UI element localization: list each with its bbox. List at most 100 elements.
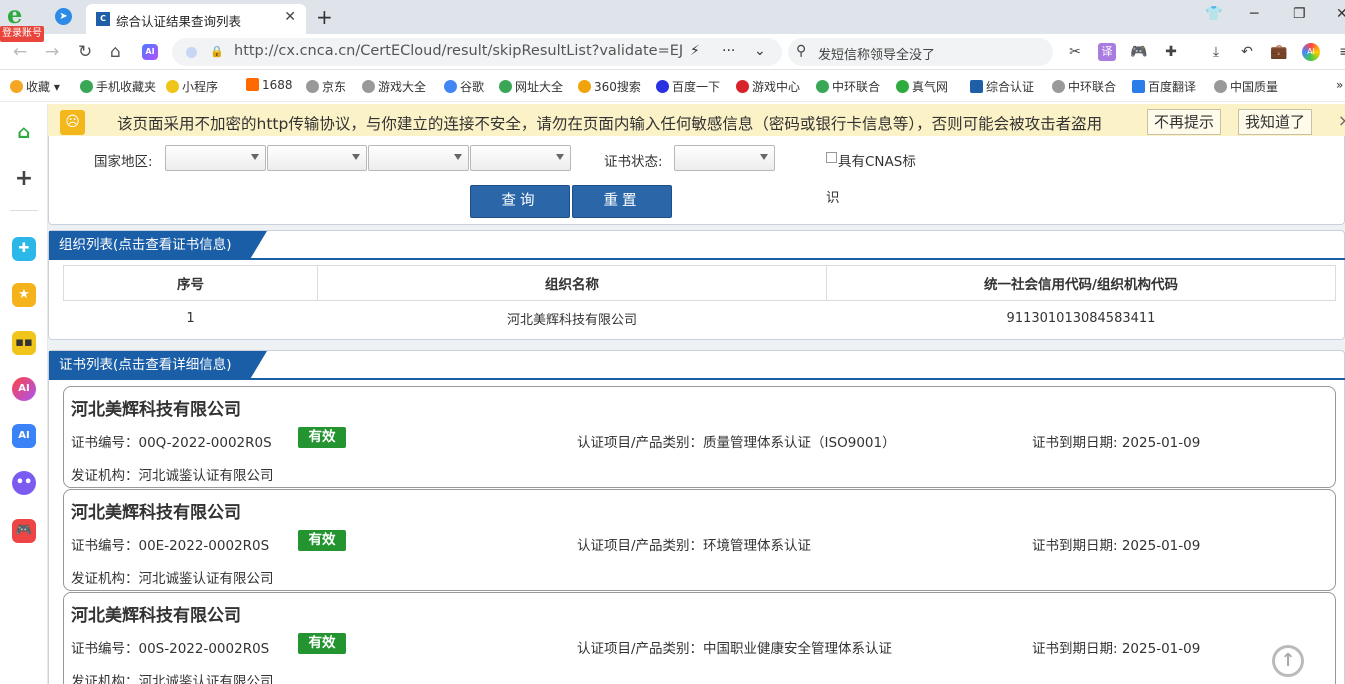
bookmark-item[interactable]: 网址大全 [499,78,563,95]
address-bar[interactable]: 🔒 http://cx.cnca.cn/CertECloud/result/sk… [172,38,782,66]
site-favicon-icon: C [96,12,110,26]
close-window-button[interactable]: ✕ [1336,6,1345,22]
tab-title: 综合认证结果查询列表 [116,14,242,29]
scissors-icon[interactable]: ✂ [1066,43,1084,61]
url-text[interactable]: http://cx.cnca.cn/CertECloud/result/skip… [234,43,684,59]
bookmark-item[interactable]: 百度翻译 [1132,78,1196,95]
bookmark-item[interactable]: 1688 [246,78,293,92]
bookmark-item[interactable]: 谷歌 [444,78,484,95]
region-select-1[interactable] [165,145,266,171]
cert-card[interactable]: 河北美辉科技有限公司 证书编号：00S-2022-0002R0S 有效 认证项目… [63,592,1336,684]
bookmark-item[interactable]: 真气网 [896,78,948,95]
browser-logo-icon[interactable]: e [7,3,33,27]
got-it-button[interactable]: 我知道了 [1238,109,1313,135]
home-button[interactable]: ⌂ [110,42,121,62]
ai-assistant-icon[interactable]: AI [1302,43,1320,61]
cert-card[interactable]: 河北美辉科技有限公司 证书编号：00Q-2022-0002R0S 有效 认证项目… [63,386,1336,488]
ai-square-icon[interactable]: AI [12,424,36,448]
bookmark-item[interactable]: 百度一下 [656,78,720,95]
table-header-row: 序号 组织名称 统一社会信用代码/组织机构代码 [63,265,1336,301]
undo-icon[interactable]: ↶ [1238,43,1256,61]
home-icon[interactable]: ⌂ [12,121,36,145]
shirt-icon[interactable]: 👕 [1205,6,1222,22]
tab-active[interactable]: C 综合认证结果查询列表 ✕ [86,4,306,34]
chevron-down-icon [760,154,768,160]
more-icon[interactable]: ··· [722,43,735,59]
translate-icon[interactable]: 译 [1098,43,1116,61]
site-info-icon[interactable] [186,47,197,58]
back-button[interactable]: ← [13,42,27,62]
cnas-checkbox[interactable] [826,152,837,163]
bookmark-item[interactable]: 游戏中心 [736,78,800,95]
sidebar-divider [10,210,38,211]
status-badge: 有效 [298,530,346,551]
google-icon [444,80,457,93]
bookmark-item[interactable]: 中环联合 [1052,78,1116,95]
restore-button[interactable]: ❐ [1293,6,1306,22]
col-header-code: 统一社会信用代码/组织机构代码 [826,265,1336,301]
gamepad-icon[interactable]: 🎮 [12,519,36,543]
bookmark-item[interactable]: 小程序 [166,78,218,95]
globe-icon [306,80,319,93]
globe-icon [1052,80,1065,93]
favorites-star-icon[interactable]: ★ [12,283,36,307]
bookmark-item[interactable]: 京东 [306,78,346,95]
bookmark-item[interactable]: 中国质量 [1214,78,1278,95]
cell-credit-code: 911301013084583411 [1006,310,1156,326]
org-section-header: 组织列表(点击查看证书信息) [49,231,1345,260]
status-select[interactable] [674,145,775,171]
bookmark-item[interactable]: 收藏 ▾ [10,78,60,95]
app-plus-icon[interactable]: ✚ [12,237,36,261]
col-header-no: 序号 [63,265,318,301]
search-text[interactable]: 发短信称领导全没了 [818,44,935,63]
bookmark-item[interactable]: 手机收藏夹 [80,78,156,95]
back-to-top-icon[interactable]: ↑ [1272,645,1304,677]
wallet-icon[interactable]: 💼 [1270,43,1288,61]
search-box[interactable]: ⚲ 发短信称领导全没了 [788,38,1053,66]
login-badge[interactable]: 登录账号 [0,26,44,42]
close-icon[interactable]: × [1338,111,1345,130]
flash-icon[interactable]: ⚡ [690,43,700,59]
menu-icon[interactable]: ≡ [1336,43,1345,61]
region-select-4[interactable] [470,145,571,171]
cert-issuer: 发证机构：河北诚鉴认证有限公司 [71,571,274,587]
tab-close-icon[interactable]: ✕ [284,9,296,25]
region-select-3[interactable] [368,145,469,171]
send-icon[interactable]: ➤ [55,8,72,25]
reset-button[interactable]: 重置 [572,185,672,218]
bookmark-item[interactable]: 综合认证 [970,78,1034,95]
extensions-icon[interactable]: ✚ [1162,43,1180,61]
bookmark-item[interactable]: 360搜索 [578,78,641,95]
no-remind-button[interactable]: 不再提示 [1147,109,1222,135]
bookmarks-bar: 收藏 ▾ 手机收藏夹 小程序 1688 京东 游戏大全 谷歌 网址大全 360搜… [0,70,1345,102]
region-select-2[interactable] [267,145,367,171]
more-bookmarks-icon[interactable]: » [1336,78,1343,92]
globe-icon [1214,80,1227,93]
bookmark-item[interactable]: 游戏大全 [362,78,426,95]
cert-card[interactable]: 河北美辉科技有限公司 证书编号：00E-2022-0002R0S 有效 认证项目… [63,489,1336,591]
chevron-down-icon[interactable]: ⌄ [754,43,766,59]
forward-button[interactable]: → [45,42,59,62]
warning-text: 该页面采用不加密的http传输协议，与你建立的连接不安全，请勿在页面内输入任何敏… [117,115,1103,133]
reload-button[interactable]: ↻ [78,42,92,62]
assistant-face-icon[interactable]: •• [12,471,36,495]
cert-issuer: 发证机构：河北诚鉴认证有限公司 [71,674,274,684]
site-favicon-icon [970,80,983,93]
bookmark-item[interactable]: 中环联合 [816,78,880,95]
download-icon[interactable]: ⤓ [1207,43,1225,61]
chat-bot-icon[interactable]: ▪▪ [12,331,36,355]
ai-circle-icon[interactable]: AI [12,377,36,401]
cert-section-title: 证书列表(点击查看详细信息) [49,351,267,380]
cell-org-name[interactable]: 河北美辉科技有限公司 [318,301,827,336]
add-icon[interactable]: + [12,167,36,191]
minimize-button[interactable]: ─ [1250,6,1258,22]
search-icon: ⚲ [796,43,807,59]
insecure-lock-icon[interactable]: 🔒 [210,45,224,58]
cert-org-name: 河北美辉科技有限公司 [71,606,241,626]
cell-no: 1 [186,310,195,326]
new-tab-button[interactable]: + [316,5,333,29]
table-row[interactable]: 1 河北美辉科技有限公司 911301013084583411 [64,301,1336,336]
game-icon[interactable]: 🎮 [1130,43,1148,61]
query-button[interactable]: 查询 [470,185,570,218]
ai-icon[interactable]: AI [142,44,158,60]
